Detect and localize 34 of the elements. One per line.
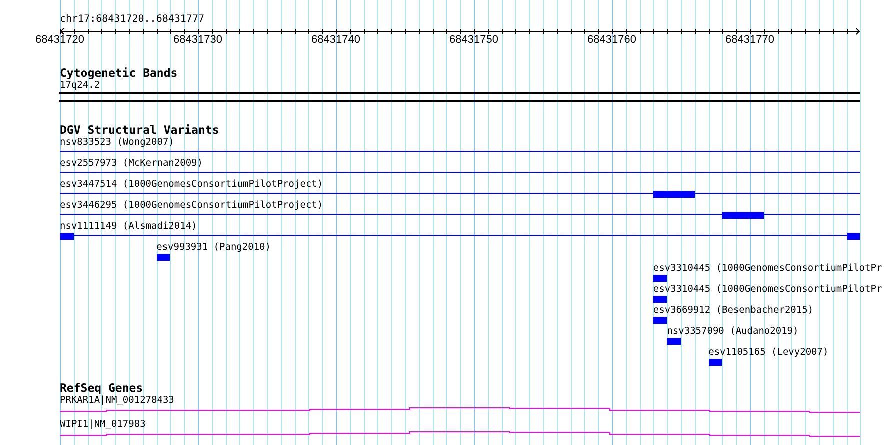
variant-label: esv1105165 (Levy2007): [708, 347, 829, 359]
variant-block[interactable]: [847, 233, 860, 240]
variant-label: nsv3357090 (Audano2019): [667, 326, 799, 338]
variant-label: nsv833523 (Wong2007): [60, 137, 174, 149]
gene-label: PRKAR1A|NM_001278433: [60, 395, 174, 407]
variant-block[interactable]: [653, 191, 695, 198]
variant-label: nsv1111149 (Alsmadi2014): [60, 221, 198, 233]
position-label: 68431760: [588, 34, 636, 46]
variant-label: esv3669912 (Besenbacher2015): [653, 305, 814, 317]
track-title: RefSeq Genes: [60, 382, 144, 395]
variant-label: esv2557973 (McKernan2009): [60, 158, 203, 170]
variant-label: esv993931 (Pang2010): [156, 242, 271, 254]
variant-label: esv3446295 (1000GenomesConsortiumPilotProject): [60, 200, 324, 212]
track-title: DGV Structural Variants: [60, 124, 220, 137]
variant-block[interactable]: [722, 212, 764, 219]
variant-block[interactable]: [667, 338, 681, 345]
variant-label: esv3447514 (1000GenomesConsortiumPilotProject): [60, 179, 324, 191]
variant-block[interactable]: [157, 254, 170, 261]
position-label: 68431770: [726, 34, 774, 46]
gene-label: WIPI1|NM_017983: [60, 419, 146, 431]
position-label: 68431750: [450, 34, 498, 46]
position-label: 68431740: [312, 34, 360, 46]
variant-block[interactable]: [653, 317, 667, 324]
variant-block[interactable]: [709, 359, 722, 366]
variant-label: esv3310445 (1000GenomesConsortiumPilotPr: [653, 284, 882, 296]
variant-block[interactable]: [653, 296, 667, 303]
position-label: 68431730: [174, 34, 222, 46]
variant-label: esv3310445 (1000GenomesConsortiumPilotPr: [653, 263, 882, 275]
variant-block[interactable]: [653, 275, 667, 282]
region-title: chr17:68431720..68431777: [60, 14, 204, 25]
track-title: Cytogenetic Bands: [60, 67, 178, 80]
variant-block[interactable]: [60, 233, 74, 240]
position-label: 68431720: [36, 34, 84, 46]
band-label: 17q24.2: [60, 80, 100, 92]
